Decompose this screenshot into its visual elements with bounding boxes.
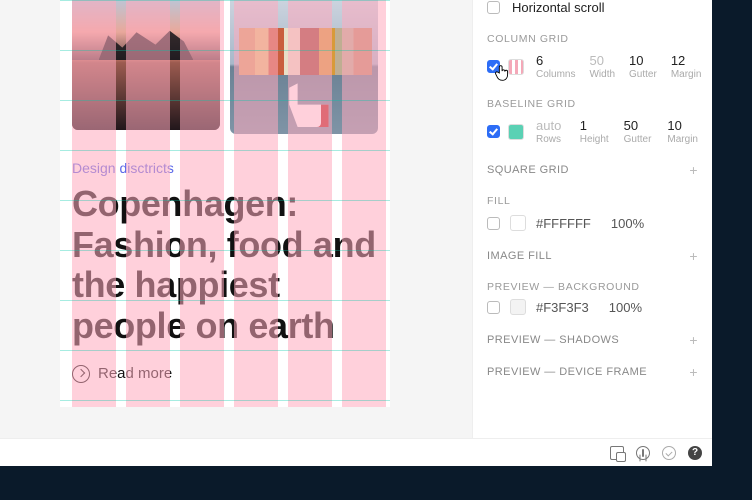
- help-icon[interactable]: ?: [688, 446, 702, 460]
- preview-device-section[interactable]: PREVIEW — DEVICE FRAME +: [487, 365, 698, 379]
- fill-title: FILL: [487, 195, 698, 207]
- col-width-value[interactable]: 50: [589, 53, 615, 68]
- read-more-link[interactable]: Read more: [72, 365, 378, 383]
- horizontal-scroll-checkbox[interactable]: [487, 1, 500, 14]
- column-grid-row: 6Columns 50Width 10Gutter 12Margin: [487, 53, 698, 80]
- columns-value[interactable]: 6: [536, 53, 575, 68]
- article-kicker[interactable]: Design disctricts: [72, 160, 378, 176]
- image-fill-section[interactable]: IMAGE FILL +: [487, 249, 698, 263]
- arrow-right-circle-icon: [72, 365, 90, 383]
- fill-hex[interactable]: #FFFFFF: [536, 216, 591, 231]
- plus-icon[interactable]: +: [689, 249, 698, 263]
- fill-opacity[interactable]: 100%: [611, 216, 644, 231]
- plus-icon[interactable]: +: [689, 163, 698, 177]
- row-gutter-value[interactable]: 50: [624, 118, 654, 133]
- device-frame-icon[interactable]: [610, 446, 624, 460]
- check-circle-icon[interactable]: [662, 446, 676, 460]
- horizontal-scroll-label: Horizontal scroll: [512, 0, 604, 15]
- fill-swatch[interactable]: [510, 215, 526, 231]
- square-grid-section[interactable]: SQUARE GRID +: [487, 163, 698, 177]
- inspector-panel: Horizontal scroll COLUMN GRID 6Columns 5…: [472, 0, 712, 458]
- preview-bg-title: PREVIEW — BACKGROUND: [487, 281, 698, 293]
- preview-shadows-section[interactable]: PREVIEW — SHADOWS +: [487, 333, 698, 347]
- baseline-grid-row: autoRows 1Height 50Gutter 10Margin: [487, 118, 698, 145]
- photo-harbor[interactable]: [230, 0, 378, 134]
- read-more-label: Read more: [98, 365, 172, 382]
- preview-bg-swatch[interactable]: [510, 299, 526, 315]
- row-height-value[interactable]: 1: [580, 118, 610, 133]
- rows-value[interactable]: auto: [536, 118, 566, 133]
- baseline-grid-swatch[interactable]: [508, 124, 524, 140]
- column-grid-swatch[interactable]: [508, 59, 524, 75]
- artboard[interactable]: Design disctricts Copenhagen: Fashion, f…: [60, 0, 390, 407]
- preview-bg-opacity[interactable]: 100%: [609, 300, 642, 315]
- col-margin-value[interactable]: 12: [671, 53, 702, 68]
- preview-bg-hex[interactable]: #F3F3F3: [536, 300, 589, 315]
- article-body: Design disctricts Copenhagen: Fashion, f…: [60, 144, 390, 407]
- row-margin-value[interactable]: 10: [667, 118, 698, 133]
- plus-icon[interactable]: +: [689, 365, 698, 379]
- column-grid-checkbox[interactable]: [487, 60, 500, 73]
- column-grid-title: COLUMN GRID: [487, 33, 698, 45]
- status-bar: ?: [0, 438, 712, 466]
- preview-bg-checkbox[interactable]: [487, 301, 500, 314]
- canvas[interactable]: Design disctricts Copenhagen: Fashion, f…: [0, 0, 472, 458]
- fill-row: #FFFFFF 100%: [487, 215, 698, 231]
- design-editor: Design disctricts Copenhagen: Fashion, f…: [0, 0, 712, 458]
- baseline-grid-title: BASELINE GRID: [487, 98, 698, 110]
- preview-bg-row: #F3F3F3 100%: [487, 299, 698, 315]
- accessibility-icon[interactable]: [636, 446, 650, 460]
- plus-icon[interactable]: +: [689, 333, 698, 347]
- col-gutter-value[interactable]: 10: [629, 53, 657, 68]
- fill-checkbox[interactable]: [487, 217, 500, 230]
- photo-cityscape[interactable]: [72, 0, 220, 130]
- horizontal-scroll-row[interactable]: Horizontal scroll: [487, 0, 698, 15]
- article-headline[interactable]: Copenhagen: Fashion, food and the happie…: [72, 184, 378, 347]
- baseline-grid-checkbox[interactable]: [487, 125, 500, 138]
